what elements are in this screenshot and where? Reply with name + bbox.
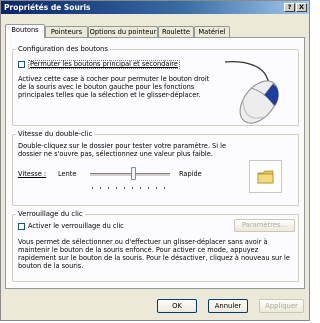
button-config-group: Configuration des boutons Permuter les b… — [12, 45, 299, 126]
tab-pointeurs[interactable]: Pointeurs — [45, 26, 88, 37]
double-click-legend: Vitesse du double-clic — [16, 130, 95, 138]
click-lock-group: Verrouillage du clic Activer le verrouil… — [12, 210, 299, 282]
tab-roulette[interactable]: Roulette — [158, 26, 194, 37]
tab-panel-boutons: Configuration des boutons Permuter les b… — [5, 37, 305, 289]
swap-buttons-checkbox[interactable] — [18, 61, 25, 68]
click-lock-label[interactable]: Activer le verrouillage du clic — [28, 222, 124, 230]
slow-label: Lente — [58, 170, 77, 178]
close-button[interactable]: X — [296, 3, 307, 12]
click-lock-checkbox[interactable] — [18, 223, 25, 230]
button-config-description: Activez cette case à cocher pour permute… — [18, 75, 210, 99]
help-button[interactable]: ? — [284, 3, 295, 12]
apply-button[interactable]: Appliquer — [259, 299, 304, 313]
double-click-group: Vitesse du double-clic Double-cliquez su… — [12, 130, 299, 206]
speed-label: Vitesse : — [18, 170, 47, 178]
swap-buttons-label[interactable]: Permuter les boutons principal et second… — [28, 60, 180, 69]
slider-ticks — [92, 183, 170, 189]
title-bar[interactable]: Propriétés de Souris ? X — [1, 1, 309, 14]
click-lock-legend: Verrouillage du clic — [16, 210, 85, 218]
button-config-legend: Configuration des boutons — [16, 45, 110, 53]
mouse-illustration-icon — [224, 60, 279, 124]
folder-icon[interactable] — [257, 170, 275, 184]
fast-label: Rapide — [179, 170, 202, 178]
mouse-properties-dialog: Propriétés de Souris ? X Boutons Pointeu… — [0, 0, 310, 321]
tab-boutons[interactable]: Boutons — [5, 24, 45, 38]
cancel-button[interactable]: Annuler — [208, 299, 248, 313]
click-lock-description: Vous permet de sélectionner ou d'effectu… — [18, 238, 290, 270]
test-folder-box[interactable] — [249, 160, 282, 193]
tab-materiel[interactable]: Matériel — [194, 26, 230, 37]
speed-slider-thumb[interactable] — [130, 167, 136, 180]
window-title: Propriétés de Souris — [4, 3, 91, 12]
tab-options-pointeur[interactable]: Options du pointeur — [88, 26, 158, 37]
click-lock-settings-button[interactable]: Paramètres... — [234, 219, 295, 232]
ok-button[interactable]: OK — [157, 299, 197, 313]
double-click-description: Double-cliquez sur le dossier pour teste… — [18, 142, 227, 158]
